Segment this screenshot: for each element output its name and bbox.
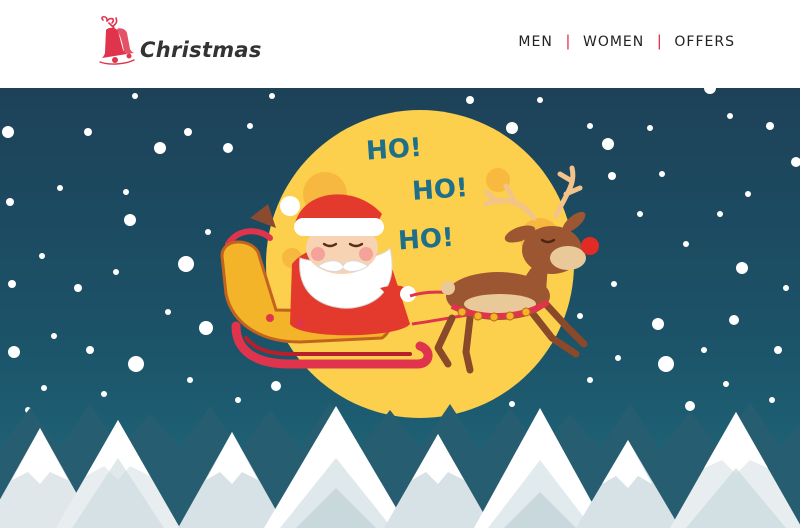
bell-icon <box>99 15 135 65</box>
nav-link-offers[interactable]: OFFERS <box>674 34 735 50</box>
ho-text-2: HO! <box>411 173 469 207</box>
ho-text-3: HO! <box>397 223 455 257</box>
hero-illustration: HO! HO! HO! <box>0 88 800 528</box>
nav-link-men[interactable]: MEN <box>518 34 552 50</box>
hero-banner: HO! HO! HO! <box>0 88 800 528</box>
brand-logo[interactable]: Christmas <box>94 14 262 68</box>
nav-separator: | <box>657 33 662 50</box>
nav-separator: | <box>565 33 570 50</box>
brand-name: Christmas <box>140 38 262 62</box>
ho-text-1: HO! <box>365 133 423 167</box>
site-header: Christmas MEN | WOMEN | OFFERS <box>0 0 800 88</box>
main-nav: MEN | WOMEN | OFFERS <box>518 33 735 51</box>
nav-link-women[interactable]: WOMEN <box>583 34 644 50</box>
